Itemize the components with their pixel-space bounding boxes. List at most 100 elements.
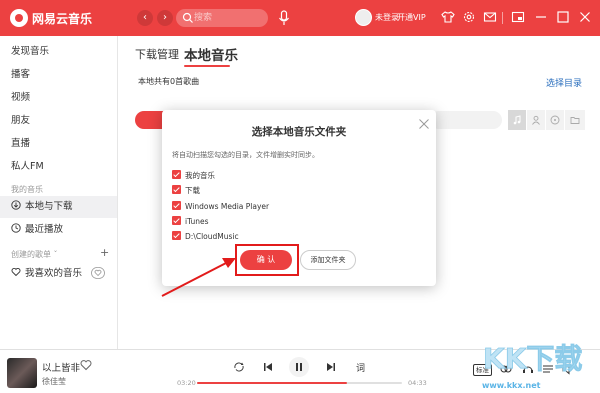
pause-icon bbox=[296, 363, 302, 371]
pause-button[interactable] bbox=[289, 357, 309, 377]
sidebar-item-label: 私人FM bbox=[11, 161, 44, 172]
sidebar-item-recent[interactable]: 最近播放 bbox=[0, 219, 117, 241]
sidebar-item-label: 直播 bbox=[11, 138, 31, 149]
mini-mode-icon[interactable] bbox=[511, 10, 525, 24]
clock-icon bbox=[11, 223, 21, 233]
watermark-url: www.kkx.net bbox=[482, 381, 541, 390]
choose-directory-link[interactable]: 选择目录 bbox=[546, 76, 582, 89]
search-box[interactable] bbox=[176, 9, 268, 27]
view-list-button[interactable] bbox=[508, 110, 526, 130]
album-cover[interactable] bbox=[7, 358, 37, 388]
sidebar-item-discover[interactable]: 发现音乐 bbox=[0, 41, 117, 63]
forward-button[interactable]: › bbox=[157, 10, 173, 26]
add-folder-button[interactable]: 添加文件夹 bbox=[300, 250, 356, 270]
sidebar-item-label: 视频 bbox=[11, 92, 31, 103]
folder-option[interactable]: 下载 bbox=[172, 185, 200, 197]
folder-label: Windows Media Player bbox=[185, 202, 270, 211]
volume-icon[interactable] bbox=[562, 363, 574, 375]
checkbox-checked[interactable] bbox=[172, 185, 181, 194]
folder-label: 下载 bbox=[185, 186, 200, 195]
heart-mode-icon[interactable] bbox=[91, 267, 105, 279]
dialog-title: 选择本地音乐文件夹 bbox=[251, 126, 347, 138]
folder-icon bbox=[570, 117, 580, 124]
song-artist[interactable]: 徐佳莹 bbox=[42, 376, 66, 387]
next-track-icon[interactable] bbox=[325, 361, 337, 373]
folder-option[interactable]: iTunes bbox=[172, 216, 209, 228]
titlebar-divider bbox=[502, 12, 503, 24]
confirm-button[interactable]: 确 认 bbox=[240, 250, 292, 270]
listen-together-icon[interactable] bbox=[522, 363, 534, 375]
mail-icon[interactable] bbox=[483, 10, 497, 24]
heart-icon bbox=[11, 267, 21, 277]
quality-badge[interactable]: 标准 bbox=[473, 364, 492, 376]
sidebar-item-friends[interactable]: 朋友 bbox=[0, 110, 117, 132]
close-icon[interactable] bbox=[578, 10, 592, 24]
like-heart-icon[interactable] bbox=[80, 359, 92, 371]
checkbox-checked[interactable] bbox=[172, 201, 181, 210]
folder-option[interactable]: 我的音乐 bbox=[172, 170, 215, 182]
folder-label: D:\CloudMusic bbox=[185, 232, 239, 241]
checkbox-checked[interactable] bbox=[172, 231, 181, 240]
sidebar-item-video[interactable]: 视频 bbox=[0, 87, 117, 109]
download-icon bbox=[11, 200, 21, 210]
title-bar: 网易云音乐 ‹ › 未登录 开通VIP bbox=[0, 0, 600, 36]
add-playlist-button[interactable]: + bbox=[100, 246, 109, 259]
minimize-icon[interactable] bbox=[534, 10, 548, 24]
previous-track-icon[interactable] bbox=[262, 361, 274, 373]
app-name: 网易云音乐 bbox=[32, 12, 93, 26]
play-all-button[interactable] bbox=[135, 111, 165, 129]
search-input[interactable] bbox=[194, 9, 264, 27]
settings-gear-icon[interactable] bbox=[462, 10, 476, 24]
user-avatar[interactable] bbox=[355, 9, 372, 26]
sidebar: 发现音乐 播客 视频 朋友 直播 私人FM 我的音乐 本地与下载 最近播放 创建… bbox=[0, 36, 118, 349]
checkbox-checked[interactable] bbox=[172, 170, 181, 179]
sidebar-group-label: 创建的歌单 bbox=[11, 250, 51, 259]
folder-label: 我的音乐 bbox=[185, 171, 215, 180]
shirt-skin-icon[interactable] bbox=[441, 10, 455, 24]
sidebar-item-label: 发现音乐 bbox=[11, 46, 50, 57]
sidebar-group-my-music: 我的音乐 bbox=[11, 185, 43, 194]
sidebar-item-label: 朋友 bbox=[11, 115, 31, 126]
sidebar-item-label: 本地与下载 bbox=[25, 201, 73, 212]
sidebar-item-label: 播客 bbox=[11, 69, 31, 80]
netease-logo-icon[interactable] bbox=[10, 9, 28, 27]
tab-local-music[interactable]: 本地音乐 bbox=[184, 44, 238, 64]
open-vip-link[interactable]: 开通VIP bbox=[397, 12, 426, 23]
music-note-icon bbox=[513, 115, 521, 125]
sidebar-group-created-playlists[interactable]: 创建的歌单 ˇ bbox=[11, 249, 58, 260]
microphone-icon[interactable] bbox=[277, 10, 291, 26]
back-button[interactable]: ‹ bbox=[137, 10, 153, 26]
view-album-button[interactable] bbox=[546, 110, 564, 130]
view-artist-button[interactable] bbox=[527, 110, 545, 130]
dialog-description: 将自动扫描您勾选的目录，文件增删实时同步。 bbox=[172, 151, 319, 159]
person-icon bbox=[532, 115, 540, 125]
choose-local-folder-dialog: 选择本地音乐文件夹 将自动扫描您勾选的目录，文件增删实时同步。 我的音乐 下载 … bbox=[162, 110, 436, 286]
dialog-close-icon[interactable] bbox=[418, 118, 430, 130]
sidebar-item-live[interactable]: 直播 bbox=[0, 133, 117, 155]
folder-option[interactable]: D:\CloudMusic bbox=[172, 231, 239, 243]
checkbox-checked[interactable] bbox=[172, 216, 181, 225]
song-title[interactable]: 以上皆非 bbox=[42, 360, 80, 374]
login-link[interactable]: 未登录 bbox=[375, 12, 399, 23]
progress-bar[interactable] bbox=[197, 382, 402, 384]
lyrics-button[interactable]: 词 bbox=[356, 361, 365, 374]
sidebar-item-label: 最近播放 bbox=[25, 224, 64, 235]
sidebar-item-local-download[interactable]: 本地与下载 bbox=[0, 196, 117, 218]
sound-effect-icon[interactable] bbox=[500, 363, 512, 375]
view-folder-button[interactable] bbox=[565, 110, 585, 130]
playlist-icon[interactable] bbox=[542, 363, 554, 375]
progress-fill bbox=[197, 382, 347, 384]
maximize-icon[interactable] bbox=[556, 10, 570, 24]
search-icon bbox=[182, 12, 193, 23]
local-song-count: 本地共有0首歌曲 bbox=[138, 77, 200, 86]
folder-option[interactable]: Windows Media Player bbox=[172, 201, 269, 213]
sidebar-item-label: 我喜欢的音乐 bbox=[25, 268, 83, 279]
tab-download-manage[interactable]: 下载管理 bbox=[135, 46, 179, 62]
sidebar-item-private-fm[interactable]: 私人FM bbox=[0, 156, 117, 178]
sidebar-item-podcast[interactable]: 播客 bbox=[0, 64, 117, 86]
local-search-box[interactable] bbox=[430, 111, 502, 129]
folder-label: iTunes bbox=[185, 217, 209, 226]
loop-icon[interactable] bbox=[233, 361, 245, 373]
time-current: 03:20 bbox=[177, 379, 196, 387]
time-total: 04:33 bbox=[408, 379, 427, 387]
